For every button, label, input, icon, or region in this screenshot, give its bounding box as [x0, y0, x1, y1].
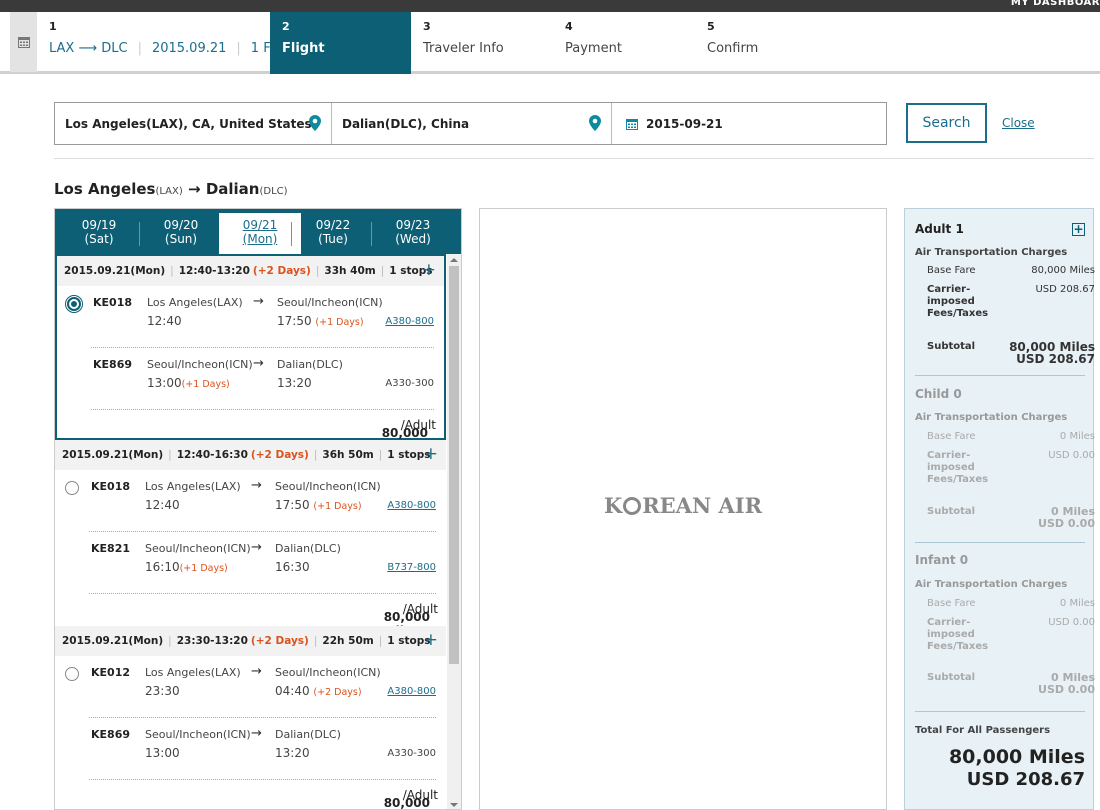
location-pin-icon [589, 115, 601, 131]
step-number: 1 [49, 20, 57, 33]
flight-option-1[interactable]: 2015.09.21(Mon) | 12:40-13:20 (+2 Days) | 33h… [55, 254, 446, 454]
step-4-payment[interactable]: 4 Payment [553, 12, 695, 74]
total-miles: 80,000 Miles [948, 746, 1085, 768]
arrow-right-icon: → [253, 356, 264, 371]
booking-steps: 1 LAX ⟶ DLC|2015.09.21|1 First 2 Flight … [0, 12, 1100, 74]
flight-price: 80,000 Miles/Adult [383, 788, 438, 810]
taeguk-logo-icon [623, 497, 642, 515]
aircraft-link[interactable]: A380-800 [387, 686, 436, 697]
arrow-right-icon: → [251, 540, 262, 555]
scroll-down-icon[interactable] [450, 803, 458, 807]
my-dashboard-link[interactable]: MY DASHBOAR [1011, 0, 1100, 8]
route-title: Los Angeles(LAX) → Dalian(DLC) [54, 180, 288, 198]
date-tab-0919[interactable]: 09/19 (Sat) [69, 218, 129, 246]
departure-date-field[interactable]: 2015-09-21 [612, 103, 886, 144]
step-label: Traveler Info [423, 41, 504, 56]
flight-radio[interactable] [65, 667, 79, 681]
arrow-right-icon: → [251, 664, 262, 679]
flight-price: 80,000 Miles/Adult [383, 602, 438, 638]
step-label: Flight [282, 41, 325, 56]
flight-leg: KE869 Seoul/Incheon(ICN) → Dalian(DLC) 1… [57, 348, 444, 410]
adult-count: Adult 1 [915, 222, 964, 236]
step-number: 3 [423, 20, 431, 33]
flight-radio[interactable] [65, 481, 79, 495]
destination-value: Dalian(DLC), China [342, 116, 470, 131]
fare-summary: Adult 1 + Air Transportation Charges Bas… [904, 208, 1095, 810]
flight-radio[interactable] [65, 295, 83, 313]
close-link[interactable]: Close [1002, 116, 1035, 130]
search-form: Los Angeles(LAX), CA, United States Dali… [54, 102, 887, 145]
flight-leg: KE869 Seoul/Incheon(ICN) → Dalian(DLC) 1… [55, 718, 446, 780]
infant-count: Infant 0 [915, 553, 969, 567]
step-number: 4 [565, 20, 573, 33]
date-tab-0923[interactable]: 09/23 (Wed) [371, 218, 443, 246]
arrow-right-icon: → [253, 294, 264, 309]
date-tab-0922[interactable]: 09/22 (Tue) [291, 218, 363, 246]
expand-plus-icon[interactable]: + [1072, 223, 1085, 236]
flight-option-header: 2015.09.21(Mon) | 23:30-13:20 (+2 Days) | 22h… [55, 626, 446, 656]
arrow-right-icon: → [251, 726, 262, 741]
step-3-traveler-info[interactable]: 3 Traveler Info [411, 12, 553, 74]
search-button[interactable]: Search [906, 103, 987, 143]
aircraft-type: A330-300 [385, 378, 434, 389]
flight-leg: KE018 Los Angeles(LAX) → Seoul/Incheon(I… [57, 286, 444, 348]
flight-option-2[interactable]: 2015.09.21(Mon) | 12:40-16:30 (+2 Days) | 36h… [55, 440, 446, 638]
expand-plus-icon[interactable]: + [424, 444, 438, 464]
calendar-tab[interactable] [10, 12, 37, 72]
top-bar: MY DASHBOAR [0, 0, 1100, 12]
date-tabs: 09/19 (Sat) 09/20 (Sun) 09/21 (Mon) 09/22 (T… [55, 209, 461, 254]
scroll-up-icon[interactable] [450, 258, 458, 262]
step-number: 5 [707, 20, 715, 33]
total-usd: USD 208.67 [966, 769, 1085, 790]
step-label: Payment [565, 41, 622, 56]
scroll-thumb[interactable] [449, 266, 459, 664]
step-1-itinerary[interactable]: 1 LAX ⟶ DLC|2015.09.21|1 First [37, 12, 291, 74]
flight-option-3[interactable]: 2015.09.21(Mon) | 23:30-13:20 (+2 Days) | 22h… [55, 626, 446, 810]
child-count: Child 0 [915, 387, 962, 401]
origin-value: Los Angeles(LAX), CA, United States [65, 116, 312, 131]
flight-price: 80,000 Miles/Adult [381, 418, 436, 454]
destination-field[interactable]: Dalian(DLC), China [332, 103, 612, 144]
divider [54, 158, 1094, 159]
aircraft-type: A330-300 [387, 748, 436, 759]
total-label: Total For All Passengers [915, 725, 1051, 736]
expand-plus-icon[interactable]: + [422, 260, 436, 280]
expand-plus-icon[interactable]: + [424, 630, 438, 650]
itinerary-route: LAX ⟶ DLC [49, 41, 128, 56]
airline-logo-panel: K REAN AIR [479, 208, 887, 810]
step-number: 2 [282, 20, 290, 33]
flight-options: 2015.09.21(Mon) | 12:40-13:20 (+2 Days) | 33h… [55, 254, 447, 810]
flight-leg: KE018 Los Angeles(LAX) → Seoul/Incheon(I… [55, 470, 446, 532]
flight-list-panel: 09/19 (Sat) 09/20 (Sun) 09/21 (Mon) 09/22 (T… [54, 208, 462, 810]
calendar-icon [626, 118, 638, 130]
location-pin-icon [309, 115, 321, 131]
flight-option-header: 2015.09.21(Mon) | 12:40-13:20 (+2 Days) | 33h… [57, 256, 444, 286]
calendar-icon [17, 37, 30, 48]
date-tab-0920[interactable]: 09/20 (Sun) [139, 218, 211, 246]
step-5-confirm[interactable]: 5 Confirm [695, 12, 837, 74]
itinerary-date: 2015.09.21 [151, 41, 227, 56]
flight-leg: KE821 Seoul/Incheon(ICN) → Dalian(DLC) 1… [55, 532, 446, 594]
flight-option-header: 2015.09.21(Mon) | 12:40-16:30 (+2 Days) | 36h… [55, 440, 446, 470]
flight-list-scrollbar[interactable] [447, 254, 461, 809]
aircraft-link[interactable]: A380-800 [387, 500, 436, 511]
arrow-right-icon: → [251, 478, 262, 493]
step-label: Confirm [707, 41, 759, 56]
departure-date-value: 2015-09-21 [646, 116, 723, 131]
date-tab-0921[interactable]: 09/21 (Mon) [219, 213, 301, 254]
aircraft-link[interactable]: B737-800 [387, 562, 436, 573]
aircraft-link[interactable]: A380-800 [385, 316, 434, 327]
origin-field[interactable]: Los Angeles(LAX), CA, United States [55, 103, 332, 144]
step-label: LAX ⟶ DLC|2015.09.21|1 First [49, 41, 301, 56]
step-2-flight[interactable]: 2 Flight [270, 12, 411, 74]
flight-leg: KE012 Los Angeles(LAX) → Seoul/Incheon(I… [55, 656, 446, 718]
korean-air-logo: K REAN AIR [603, 493, 763, 518]
